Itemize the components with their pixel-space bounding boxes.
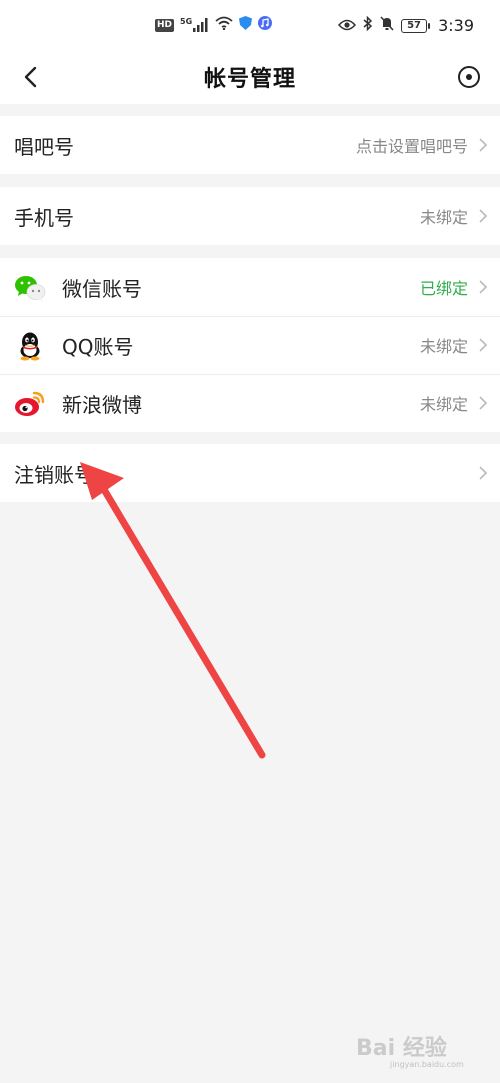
cancel-account-row[interactable]: 注销账号	[0, 444, 500, 502]
bluetooth-icon	[363, 15, 373, 35]
hd-icon: HD	[155, 18, 175, 32]
weibo-status: 未绑定	[419, 395, 468, 414]
phone-value: 未绑定	[419, 208, 468, 227]
changba-id-row[interactable]: 唱吧号 点击设置唱吧号	[0, 116, 500, 174]
qq-label: QQ账号	[62, 334, 134, 359]
page-title: 帐号管理	[203, 67, 296, 92]
wechat-icon	[14, 272, 46, 304]
network-type: 5G	[180, 17, 193, 26]
chevron-right-icon	[479, 338, 488, 352]
watermark-logo: Bai 经验	[356, 1036, 447, 1061]
header: 帐号管理	[0, 50, 500, 104]
status-bar: HD 5G 57 3:39	[0, 0, 500, 50]
chevron-right-icon	[479, 138, 488, 152]
shield-icon	[239, 16, 253, 34]
more-button[interactable]	[452, 60, 486, 94]
qq-status: 未绑定	[419, 337, 468, 356]
wechat-label: 微信账号	[62, 276, 142, 301]
status-time: 3:39	[438, 16, 474, 35]
chevron-right-icon	[479, 466, 488, 480]
changba-id-value: 点击设置唱吧号	[355, 137, 468, 156]
weibo-icon	[14, 388, 46, 420]
social-accounts-group: 微信账号 已绑定 QQ账号 未绑定 新浪微博 未绑定	[0, 258, 500, 432]
music-app-icon	[258, 16, 273, 34]
phone-group: 手机号 未绑定	[0, 187, 500, 245]
chevron-right-icon	[479, 396, 488, 410]
mute-icon	[380, 16, 394, 35]
wifi-icon	[215, 16, 233, 34]
battery-icon: 57	[401, 18, 431, 33]
eye-icon	[338, 17, 357, 35]
watermark-url: jingyan.baidu.com	[390, 1060, 464, 1069]
chevron-right-icon	[479, 209, 488, 223]
chevron-right-icon	[479, 280, 488, 294]
wechat-status: 已绑定	[419, 279, 468, 298]
status-bar-left: HD 5G	[155, 16, 273, 34]
phone-row[interactable]: 手机号 未绑定	[0, 187, 500, 245]
cancel-account-group: 注销账号	[0, 444, 500, 502]
signal-icon: 5G	[180, 18, 209, 32]
changba-id-group: 唱吧号 点击设置唱吧号	[0, 116, 500, 174]
status-bar-right: 57 3:39	[338, 15, 474, 35]
weibo-row[interactable]: 新浪微博 未绑定	[0, 374, 500, 432]
more-circle-icon	[458, 66, 480, 88]
weibo-label: 新浪微博	[62, 392, 142, 417]
cancel-account-label: 注销账号	[14, 462, 94, 487]
wechat-row[interactable]: 微信账号 已绑定	[0, 258, 500, 316]
qq-row[interactable]: QQ账号 未绑定	[0, 316, 500, 374]
changba-id-label: 唱吧号	[14, 134, 74, 159]
screen: HD 5G 57 3:39 帐号管理 唱吧号 点击设置唱吧号 手机号 未绑定 微…	[0, 0, 500, 1083]
phone-label: 手机号	[14, 205, 74, 230]
qq-icon	[14, 330, 46, 362]
